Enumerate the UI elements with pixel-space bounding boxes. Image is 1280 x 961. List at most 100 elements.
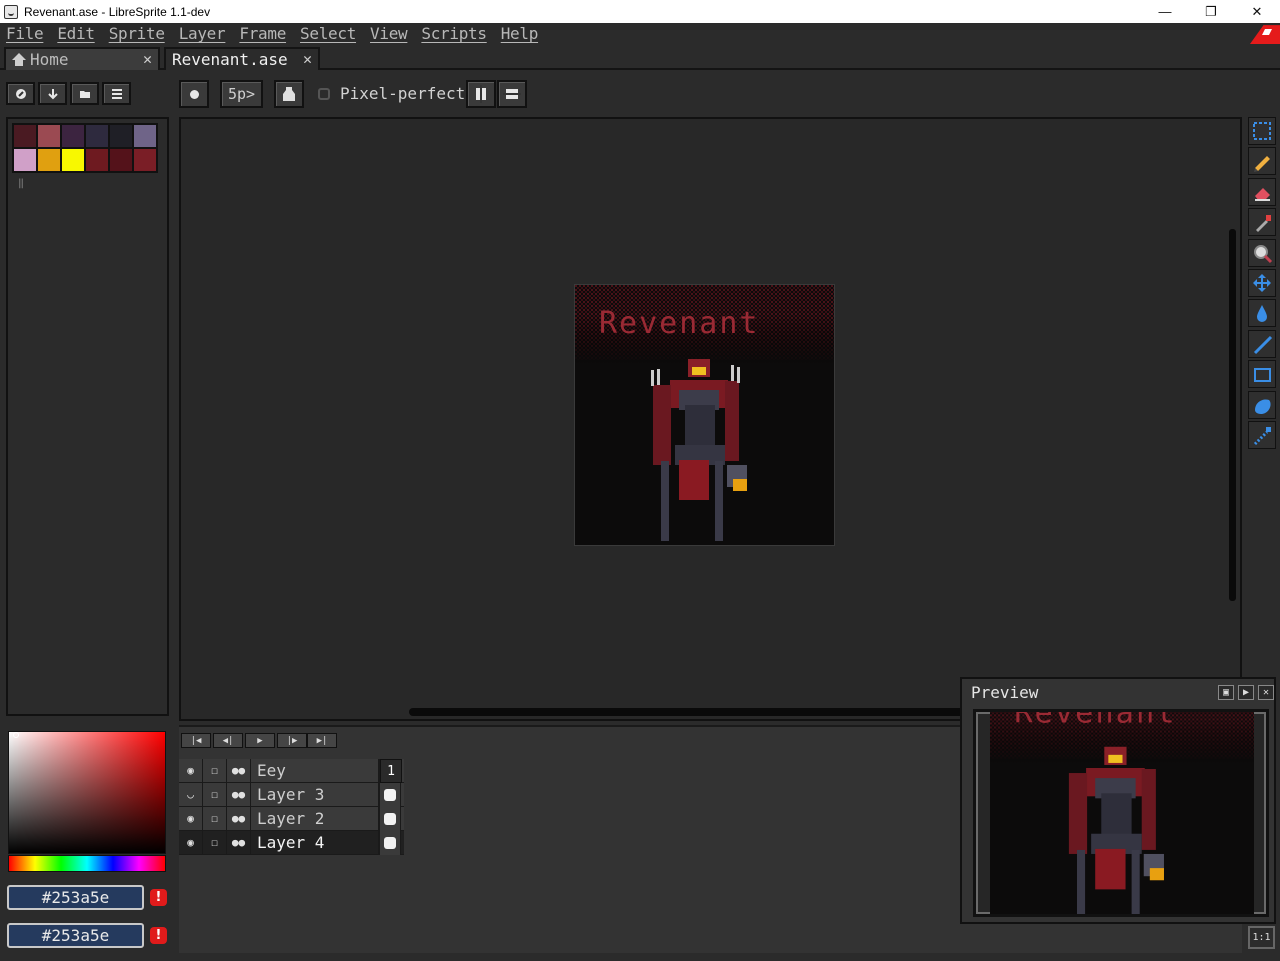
document-tabs: Home ✕ Revenant.ase ✕ (0, 44, 1280, 70)
eyedropper-tool[interactable] (1248, 208, 1276, 237)
background-color-field[interactable]: #253a5e (7, 923, 144, 948)
zoom-1-1-button[interactable]: 1:1 (1248, 926, 1275, 949)
palette-swatch[interactable] (133, 148, 157, 172)
eye-icon[interactable]: ◉ (179, 806, 203, 831)
layer-row[interactable]: ◡ ☐ ●● Layer 3 (179, 782, 404, 807)
paint-bucket-tool[interactable] (1248, 299, 1276, 328)
background-color-hex: #253a5e (41, 926, 110, 945)
menu-file[interactable]: File (6, 24, 44, 43)
horizontal-scrollbar[interactable] (409, 708, 969, 716)
color-saturation-value-picker[interactable] (8, 731, 166, 854)
menu-scripts[interactable]: Scripts (421, 24, 487, 43)
menu-select[interactable]: Select (300, 24, 356, 43)
palette-presets-button[interactable] (70, 82, 99, 105)
move-tool[interactable] (1248, 269, 1276, 297)
cel[interactable] (379, 806, 401, 831)
edit-palette-button[interactable] (6, 82, 35, 105)
frame-header[interactable]: 1 (380, 759, 402, 783)
menu-sprite[interactable]: Sprite (109, 24, 165, 43)
brush-type-button[interactable] (179, 80, 209, 108)
menu-layer[interactable]: Layer (179, 24, 226, 43)
spray-tool[interactable] (1248, 421, 1276, 449)
pixel-perfect-checkbox[interactable] (318, 87, 330, 100)
rectangle-tool[interactable] (1248, 360, 1276, 389)
palette-swatch[interactable] (85, 124, 109, 148)
warning-icon[interactable]: ! (150, 927, 167, 944)
warning-icon[interactable]: ! (150, 889, 167, 906)
next-frame-button[interactable]: |▶ (277, 733, 307, 748)
tab-revenant[interactable]: Revenant.ase ✕ (164, 47, 320, 70)
continuous-icon[interactable]: ●● (227, 806, 251, 831)
cel[interactable] (379, 782, 401, 807)
close-window-icon[interactable]: ✕ (1234, 0, 1280, 23)
eraser-tool[interactable] (1248, 177, 1276, 206)
layer-row[interactable]: ◉ ☐ ●● Layer 4 (179, 830, 404, 855)
color-picker-cursor[interactable] (13, 732, 19, 738)
blob-fill-tool[interactable] (1248, 390, 1276, 419)
palette-swatch[interactable] (37, 148, 61, 172)
window-controls: — ❐ ✕ (1142, 0, 1280, 23)
minimize-icon[interactable]: — (1142, 0, 1188, 23)
preview-frame[interactable]: Revenant (973, 709, 1269, 917)
preview-title: Preview (971, 683, 1039, 702)
previous-frame-button[interactable]: ◀| (213, 733, 243, 748)
line-icon (1253, 335, 1273, 354)
lock-icon[interactable]: ☐ (203, 806, 227, 831)
line-tool[interactable] (1248, 329, 1276, 358)
symmetry-horizontal-icon (503, 89, 521, 99)
ink-type-button[interactable] (274, 80, 304, 108)
rectangular-marquee-tool[interactable] (1248, 117, 1276, 145)
palette-swatch[interactable] (37, 124, 61, 148)
first-frame-button[interactable]: |◀ (181, 733, 211, 748)
continuous-icon[interactable]: ●● (227, 758, 251, 783)
eye-closed-icon[interactable]: ◡ (179, 782, 203, 807)
palette-options-button[interactable] (102, 82, 131, 105)
continuous-icon[interactable]: ●● (227, 830, 251, 855)
palette-swatch[interactable] (13, 148, 37, 172)
last-frame-button[interactable]: ▶| (307, 733, 337, 748)
close-tab-icon[interactable]: ✕ (303, 50, 312, 68)
layer-row[interactable]: ◉ ☐ ●● Eey (179, 758, 404, 783)
preview-play-icon[interactable]: ▶ (1238, 685, 1254, 700)
pencil-tool[interactable] (1248, 147, 1276, 176)
play-button[interactable]: ▶ (245, 733, 275, 748)
zoom-tool[interactable] (1248, 238, 1276, 267)
tab-home[interactable]: Home ✕ (4, 47, 160, 70)
continuous-icon[interactable]: ●● (227, 782, 251, 807)
symmetry-horizontal-button[interactable] (497, 80, 527, 108)
palette-swatch[interactable] (13, 124, 37, 148)
menu-help[interactable]: Help (501, 24, 539, 43)
foreground-color-field[interactable]: #253a5e (7, 885, 144, 910)
brush-size-field[interactable]: 5p> (220, 80, 263, 108)
preview-close-icon[interactable]: ✕ (1258, 685, 1274, 700)
sprite-title-text: Revenant (599, 306, 760, 341)
menu-frame[interactable]: Frame (239, 24, 286, 43)
restore-icon[interactable]: ❐ (1188, 0, 1234, 23)
preview-center-icon[interactable]: ▣ (1218, 685, 1234, 700)
palette-swatch[interactable] (109, 148, 133, 172)
sprite-editor[interactable]: Revenant (179, 117, 1242, 721)
lock-icon[interactable]: ☐ (203, 782, 227, 807)
palette-swatch[interactable] (133, 124, 157, 148)
vertical-scrollbar[interactable] (1229, 229, 1236, 601)
layer-row[interactable]: ◉ ☐ ●● Layer 2 (179, 806, 404, 831)
palette-swatch[interactable] (109, 124, 133, 148)
palette-swatch[interactable] (61, 148, 85, 172)
close-tab-icon[interactable]: ✕ (143, 50, 152, 68)
palette-swatch[interactable] (85, 148, 109, 172)
cel[interactable] (379, 830, 401, 855)
eye-icon[interactable]: ◉ (179, 830, 203, 855)
hue-slider[interactable] (8, 855, 166, 872)
menu-view[interactable]: View (370, 24, 408, 43)
palette-swatch[interactable] (61, 124, 85, 148)
lock-icon[interactable]: ☐ (203, 758, 227, 783)
sprite-canvas[interactable]: Revenant (574, 284, 835, 546)
lock-icon[interactable]: ☐ (203, 830, 227, 855)
pixel-perfect-toggle[interactable]: Pixel-perfect (318, 84, 465, 103)
rectangle-icon (1254, 368, 1271, 383)
menu-edit[interactable]: Edit (57, 24, 95, 43)
symmetry-vertical-button[interactable] (466, 80, 496, 108)
palette-sort-button[interactable] (38, 82, 67, 105)
eye-icon[interactable]: ◉ (179, 758, 203, 783)
palette-resize-grip-icon[interactable]: ‖ (18, 178, 24, 189)
